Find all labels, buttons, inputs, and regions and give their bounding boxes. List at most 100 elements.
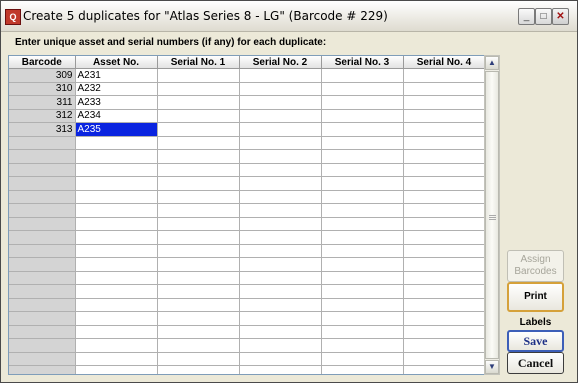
asset-no-cell[interactable]: A231 [75,68,158,83]
maximize-button[interactable]: □ [535,8,552,25]
empty-serial-2-cell[interactable] [239,190,322,204]
empty-asset-no-cell[interactable] [75,203,158,218]
empty-asset-no-cell[interactable] [75,298,158,312]
empty-barcode-cell[interactable] [9,284,76,299]
empty-asset-no-cell[interactable] [75,163,158,177]
empty-barcode-cell[interactable] [9,338,76,353]
empty-asset-no-cell[interactable] [75,190,158,204]
empty-serial-4-cell[interactable] [403,338,485,353]
empty-barcode-cell[interactable] [9,298,76,312]
empty-asset-no-cell[interactable] [75,257,158,272]
empty-serial-3-cell[interactable] [321,298,404,312]
serial-1-cell[interactable] [157,122,240,137]
empty-serial-2-cell[interactable] [239,352,322,366]
empty-serial-4-cell[interactable] [403,311,485,326]
empty-serial-4-cell[interactable] [403,203,485,218]
serial-2-cell[interactable] [239,68,322,83]
empty-serial-1-cell[interactable] [157,284,240,299]
table-row[interactable]: 313 A235 [9,122,485,137]
column-header-serial-1[interactable]: Serial No. 1 [157,56,240,69]
empty-barcode-cell[interactable] [9,149,76,164]
empty-serial-4-cell[interactable] [403,136,485,150]
print-labels-button[interactable]: Print Labels [507,282,564,328]
empty-serial-1-cell[interactable] [157,365,240,374]
serial-3-cell[interactable] [321,82,404,96]
empty-serial-1-cell[interactable] [157,136,240,150]
asset-no-cell[interactable]: A234 [75,109,158,123]
empty-table-row[interactable] [9,230,485,245]
empty-serial-4-cell[interactable] [403,325,485,339]
empty-serial-3-cell[interactable] [321,190,404,204]
empty-serial-4-cell[interactable] [403,365,485,374]
empty-serial-1-cell[interactable] [157,203,240,218]
serial-3-cell[interactable] [321,109,404,123]
empty-serial-2-cell[interactable] [239,230,322,245]
barcode-cell[interactable]: 309 [9,68,76,83]
empty-barcode-cell[interactable] [9,325,76,339]
empty-table-row[interactable] [9,176,485,191]
empty-table-row[interactable] [9,244,485,258]
table-row[interactable]: 310 A232 [9,82,485,96]
empty-serial-2-cell[interactable] [239,365,322,374]
barcode-cell[interactable]: 312 [9,109,76,123]
empty-table-row[interactable] [9,163,485,177]
empty-serial-1-cell[interactable] [157,325,240,339]
empty-barcode-cell[interactable] [9,352,76,366]
empty-serial-2-cell[interactable] [239,298,322,312]
empty-barcode-cell[interactable] [9,136,76,150]
empty-asset-no-cell[interactable] [75,352,158,366]
serial-3-cell[interactable] [321,95,404,110]
empty-serial-4-cell[interactable] [403,230,485,245]
empty-serial-3-cell[interactable] [321,365,404,374]
empty-asset-no-cell[interactable] [75,149,158,164]
empty-serial-2-cell[interactable] [239,284,322,299]
empty-table-row[interactable] [9,325,485,339]
empty-serial-4-cell[interactable] [403,284,485,299]
serial-1-cell[interactable] [157,68,240,83]
empty-serial-1-cell[interactable] [157,149,240,164]
table-row[interactable]: 311 A233 [9,95,485,110]
empty-serial-3-cell[interactable] [321,352,404,366]
empty-serial-1-cell[interactable] [157,244,240,258]
empty-serial-1-cell[interactable] [157,176,240,191]
empty-serial-4-cell[interactable] [403,257,485,272]
empty-serial-1-cell[interactable] [157,217,240,231]
empty-table-row[interactable] [9,136,485,150]
empty-serial-4-cell[interactable] [403,217,485,231]
column-header-serial-4[interactable]: Serial No. 4 [403,56,485,69]
empty-serial-3-cell[interactable] [321,338,404,353]
column-header-serial-2[interactable]: Serial No. 2 [239,56,322,69]
grid-vertical-scrollbar[interactable]: ▲ ▼ [484,55,500,375]
empty-barcode-cell[interactable] [9,176,76,191]
empty-serial-3-cell[interactable] [321,311,404,326]
empty-serial-1-cell[interactable] [157,271,240,285]
serial-1-cell[interactable] [157,95,240,110]
empty-table-row[interactable] [9,365,485,374]
empty-serial-2-cell[interactable] [239,163,322,177]
empty-serial-1-cell[interactable] [157,163,240,177]
empty-serial-3-cell[interactable] [321,176,404,191]
duplicates-grid[interactable]: Barcode Asset No. Serial No. 1 Serial No… [8,55,486,375]
empty-asset-no-cell[interactable] [75,217,158,231]
empty-table-row[interactable] [9,190,485,204]
barcode-cell[interactable]: 310 [9,82,76,96]
close-button[interactable]: ✕ [552,8,569,25]
serial-4-cell[interactable] [403,68,485,83]
empty-table-row[interactable] [9,217,485,231]
empty-asset-no-cell[interactable] [75,244,158,258]
serial-3-cell[interactable] [321,122,404,137]
empty-table-row[interactable] [9,271,485,285]
empty-serial-2-cell[interactable] [239,244,322,258]
empty-barcode-cell[interactable] [9,230,76,245]
empty-serial-4-cell[interactable] [403,352,485,366]
asset-no-cell[interactable]: A235 [75,122,158,137]
empty-table-row[interactable] [9,257,485,272]
table-row[interactable]: 309 A231 [9,68,485,83]
empty-serial-2-cell[interactable] [239,271,322,285]
empty-serial-3-cell[interactable] [321,203,404,218]
empty-serial-2-cell[interactable] [239,203,322,218]
serial-3-cell[interactable] [321,68,404,83]
empty-serial-1-cell[interactable] [157,190,240,204]
barcode-cell[interactable]: 313 [9,122,76,137]
empty-serial-3-cell[interactable] [321,244,404,258]
